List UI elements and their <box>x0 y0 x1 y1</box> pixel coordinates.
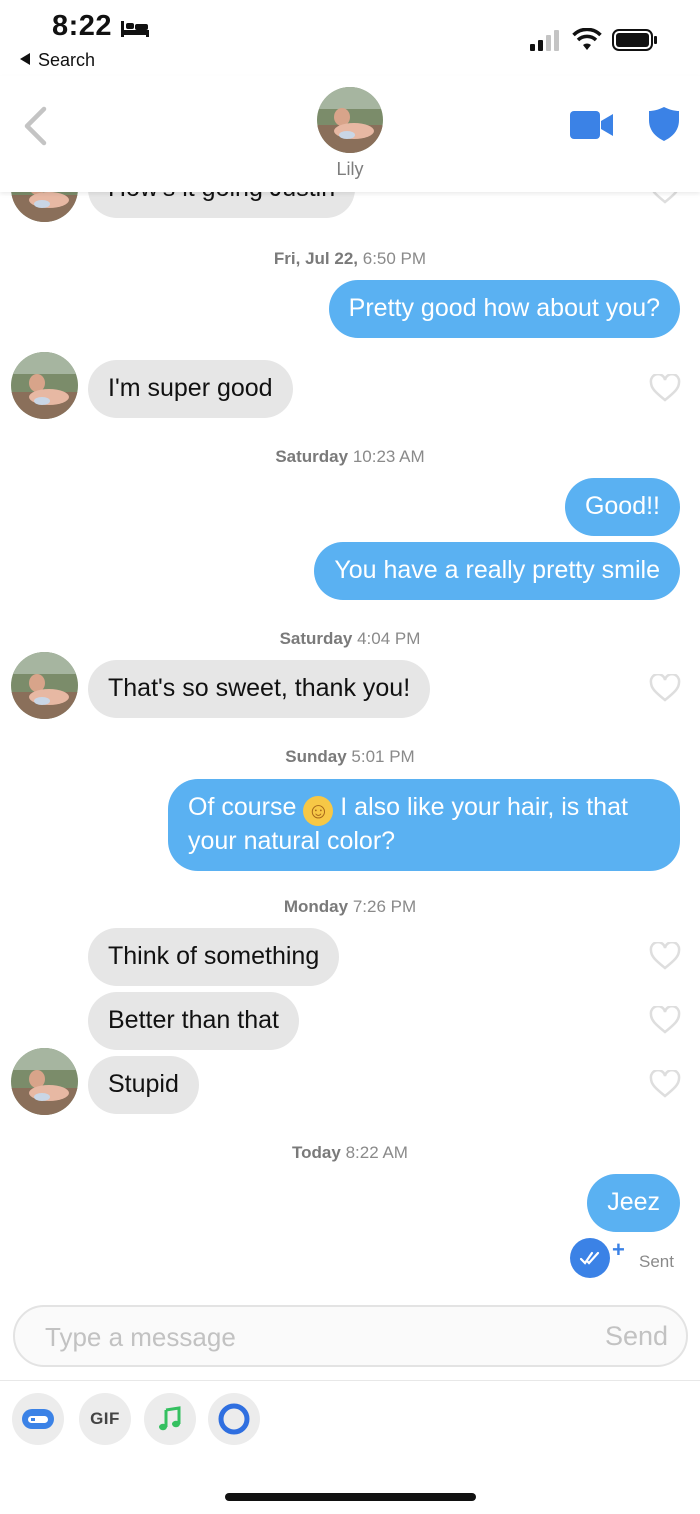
chat-header: Lily <box>0 76 700 192</box>
safety-shield-icon[interactable] <box>648 106 680 142</box>
music-note-icon <box>159 1406 181 1431</box>
timestamp: Monday 7:26 PM <box>283 897 417 916</box>
message-incoming[interactable]: Better than that <box>88 992 299 1050</box>
contact-avatar[interactable] <box>11 352 78 419</box>
like-heart-icon[interactable] <box>649 1006 681 1034</box>
like-heart-icon[interactable] <box>649 942 681 970</box>
divider <box>0 1380 700 1381</box>
read-receipt-icon[interactable] <box>570 1238 610 1278</box>
message-incoming[interactable]: Think of something <box>88 928 340 986</box>
timestamp: Saturday 4:04 PM <box>279 629 421 648</box>
smiling-emoji: ☺ <box>303 796 334 826</box>
sent-status: Sent <box>639 1252 674 1271</box>
contact-avatar[interactable] <box>11 652 78 719</box>
chat-thread[interactable]: How's it going Justin Fri, Jul 22, 6:50 … <box>0 0 700 1514</box>
like-heart-icon[interactable] <box>649 374 681 402</box>
message-outgoing[interactable]: Good!! <box>564 478 680 536</box>
sticker-icon <box>22 1409 54 1429</box>
message-input[interactable] <box>45 1319 565 1355</box>
message-incoming[interactable]: Stupid <box>88 1056 199 1114</box>
timestamp: Fri, Jul 22, 6:50 PM <box>273 249 427 268</box>
back-chevron-icon[interactable] <box>22 106 48 146</box>
timestamp: Saturday 10:23 AM <box>275 447 425 466</box>
like-heart-icon[interactable] <box>649 674 681 702</box>
message-outgoing[interactable]: Pretty good how about you? <box>328 280 680 338</box>
timestamp: Sunday 5:01 PM <box>285 747 415 766</box>
timestamp: Today 8:22 AM <box>292 1143 408 1162</box>
gif-label: GIF <box>90 1409 120 1428</box>
home-indicator[interactable] <box>225 1493 476 1501</box>
message-composer: Send <box>13 1305 688 1367</box>
video-call-icon[interactable] <box>570 111 614 139</box>
music-button[interactable] <box>144 1393 196 1445</box>
ring-icon <box>218 1403 250 1435</box>
plus-icon[interactable]: + <box>612 1237 625 1263</box>
contact-name: Lily <box>336 159 364 179</box>
ring-button[interactable] <box>208 1393 260 1445</box>
header-avatar[interactable] <box>317 87 383 153</box>
gif-button[interactable]: GIF <box>79 1393 131 1445</box>
send-button[interactable]: Send <box>605 1321 668 1352</box>
message-outgoing[interactable]: Jeez <box>587 1174 680 1232</box>
message-outgoing[interactable]: Of course ☺ I also like your hair, is th… <box>168 779 680 871</box>
message-incoming[interactable]: I'm super good <box>88 360 293 418</box>
like-heart-icon[interactable] <box>649 1070 681 1098</box>
sticker-button[interactable] <box>12 1393 64 1445</box>
message-outgoing[interactable]: You have a really pretty smile <box>314 542 680 600</box>
contact-avatar[interactable] <box>11 1048 78 1115</box>
message-incoming[interactable]: That's so sweet, thank you! <box>88 660 431 718</box>
